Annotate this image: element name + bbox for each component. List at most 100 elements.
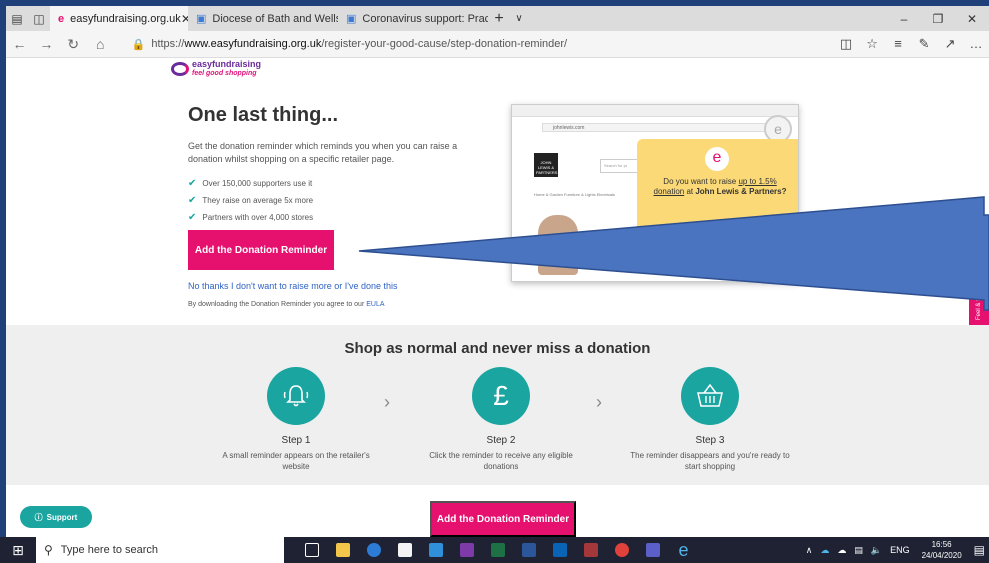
taskbar-apps: e xyxy=(296,537,699,563)
cloud-icon[interactable]: ☁ xyxy=(837,545,846,556)
onedrive-icon[interactable]: ☁ xyxy=(820,545,829,556)
mock-popup-button xyxy=(649,227,789,241)
volume-icon[interactable]: 🔈 xyxy=(871,545,882,556)
tab-actions-icon[interactable]: ▤ xyxy=(6,6,28,31)
access-icon[interactable] xyxy=(575,537,606,563)
chrome-like-icon[interactable] xyxy=(606,537,637,563)
file-explorer-icon[interactable] xyxy=(327,537,358,563)
tab-bar: ▤ ◫ e easyfundraising.org.uk ✕ ▣ Diocese… xyxy=(6,6,989,31)
address-bar: ← → ↻ ⌂ 🔒 https://www.easyfundraising.or… xyxy=(6,31,989,58)
window-controls: – ❐ ✕ xyxy=(887,12,989,26)
add-donation-reminder-button[interactable]: Add the Donation Reminder xyxy=(188,230,334,270)
new-tab-icon[interactable]: + xyxy=(488,10,510,28)
benefit-item: ✔ They raise on average 5x more xyxy=(188,195,314,206)
benefit-item: ✔ Over 150,000 supporters use it xyxy=(188,178,313,189)
tab-diocese[interactable]: ▣ Diocese of Bath and Wells xyxy=(188,6,338,31)
globe-icon: ▣ xyxy=(196,13,207,25)
feedback-side-tab[interactable]: Feel & S xyxy=(969,286,989,330)
chevron-right-icon: › xyxy=(384,392,390,412)
tab-label: easyfundraising.org.uk xyxy=(70,12,181,25)
logo-tagline: feel good shopping xyxy=(192,70,257,77)
reminder-preview-image: johnlewis.com e JOHN LEWIS & PARTNERS Se… xyxy=(511,104,799,282)
step-1: Step 1 A small reminder appears on the r… xyxy=(201,367,391,472)
mock-popup-logo-icon: e xyxy=(705,147,729,171)
close-icon[interactable]: ✕ xyxy=(181,12,188,26)
refresh-icon[interactable]: ↻ xyxy=(60,36,87,53)
screen: ▤ ◫ e easyfundraising.org.uk ✕ ▣ Diocese… xyxy=(0,0,989,563)
check-icon: ✔ xyxy=(188,178,197,189)
globe-icon: ▣ xyxy=(346,13,357,25)
favorites-list-icon[interactable]: ≡ xyxy=(885,36,911,52)
add-donation-reminder-button-bottom[interactable]: Add the Donation Reminder xyxy=(430,501,576,537)
pen-icon[interactable]: ✎ xyxy=(911,36,937,52)
mail-icon[interactable] xyxy=(420,537,451,563)
easyfundraising-logo[interactable]: easyfundraising feel good shopping xyxy=(171,60,261,78)
minimize-icon[interactable]: – xyxy=(887,12,921,26)
clock[interactable]: 16:56 24/04/2020 xyxy=(922,539,962,561)
mock-browser-bar xyxy=(512,105,798,117)
step-title: Step 3 xyxy=(695,435,725,446)
tab-easyfundraising[interactable]: e easyfundraising.org.uk ✕ xyxy=(50,6,188,31)
task-view-icon[interactable] xyxy=(296,537,327,563)
excel-icon[interactable] xyxy=(482,537,513,563)
mock-popup-question: Do you want to raise up to 1.5% donation… xyxy=(653,177,787,196)
check-icon: ✔ xyxy=(188,195,197,206)
steps-section: Shop as normal and never miss a donation… xyxy=(6,325,989,485)
edge-legacy-icon[interactable] xyxy=(358,537,389,563)
support-button[interactable]: ⓘ Support xyxy=(20,506,92,528)
onenote-icon[interactable] xyxy=(451,537,482,563)
search-icon: ⚲ xyxy=(44,543,53,557)
language-indicator[interactable]: ENG xyxy=(890,545,910,555)
tab-preview-icon[interactable]: ◫ xyxy=(28,6,50,31)
word-icon[interactable] xyxy=(513,537,544,563)
network-icon[interactable]: ▤ xyxy=(854,545,863,556)
basket-icon xyxy=(681,367,739,425)
back-arrow-icon[interactable]: ← xyxy=(6,36,33,52)
tab-coronavirus[interactable]: ▣ Coronavirus support: Practic xyxy=(338,6,488,31)
chevron-right-icon: › xyxy=(596,392,602,412)
outlook-icon[interactable] xyxy=(544,537,575,563)
url-field[interactable]: 🔒 https://www.easyfundraising.org.uk/reg… xyxy=(132,38,833,51)
step-2: £ Step 2 Click the reminder to receive a… xyxy=(406,367,596,472)
bell-icon xyxy=(267,367,325,425)
step-3: Step 3 The reminder disappears and you'r… xyxy=(615,367,805,472)
url-prefix: https:// xyxy=(151,38,185,50)
step-desc: The reminder disappears and you're ready… xyxy=(630,451,790,471)
decline-link[interactable]: No thanks I don't want to raise more or … xyxy=(188,281,398,291)
eula-text: By downloading the Donation Reminder you… xyxy=(188,301,385,308)
tab-label: Coronavirus support: Practic xyxy=(362,12,488,25)
page-title: One last thing... xyxy=(188,104,339,126)
step-desc: Click the reminder to receive any eligib… xyxy=(429,451,573,471)
mock-model-figure xyxy=(538,215,578,275)
easyfundraising-favicon-icon: e xyxy=(58,12,65,25)
logo-mark-icon xyxy=(171,62,189,76)
web-page: easyfundraising feel good shopping One l… xyxy=(6,58,989,537)
taskbar-search-placeholder: Type here to search xyxy=(60,544,159,556)
notifications-icon[interactable]: ▤ xyxy=(974,543,985,557)
maximize-icon[interactable]: ❐ xyxy=(921,12,955,26)
share-icon[interactable]: ↗ xyxy=(937,36,963,52)
tab-label: Diocese of Bath and Wells xyxy=(212,12,338,25)
edge-icon[interactable]: e xyxy=(668,537,699,563)
step-title: Step 1 xyxy=(281,435,311,446)
forward-arrow-icon[interactable]: → xyxy=(33,36,60,52)
step-desc: A small reminder appears on the retailer… xyxy=(222,451,370,471)
check-icon: ✔ xyxy=(188,212,197,223)
eula-link[interactable]: EULA xyxy=(366,301,384,308)
reading-view-icon[interactable]: ◫ xyxy=(833,36,859,52)
chevron-down-icon[interactable]: ∨ xyxy=(510,13,528,24)
store-icon[interactable] xyxy=(389,537,420,563)
windows-start-icon[interactable]: ⊞ xyxy=(0,542,36,559)
favorite-star-icon[interactable]: ☆ xyxy=(859,36,885,52)
logo-name: easyfundraising xyxy=(192,59,262,69)
taskbar-search[interactable]: ⚲ Type here to search xyxy=(36,537,284,563)
window-close-icon[interactable]: ✕ xyxy=(955,12,989,26)
teams-icon[interactable] xyxy=(637,537,668,563)
lock-icon: 🔒 xyxy=(131,38,146,51)
home-icon[interactable]: ⌂ xyxy=(87,36,114,52)
more-icon[interactable]: … xyxy=(963,36,989,52)
chevron-up-icon[interactable]: ∧ xyxy=(806,545,813,556)
url-domain: www.easyfundraising.org.uk xyxy=(184,38,322,50)
benefit-item: ✔ Partners with over 4,000 stores xyxy=(188,212,314,223)
mock-url: johnlewis.com xyxy=(542,123,772,132)
